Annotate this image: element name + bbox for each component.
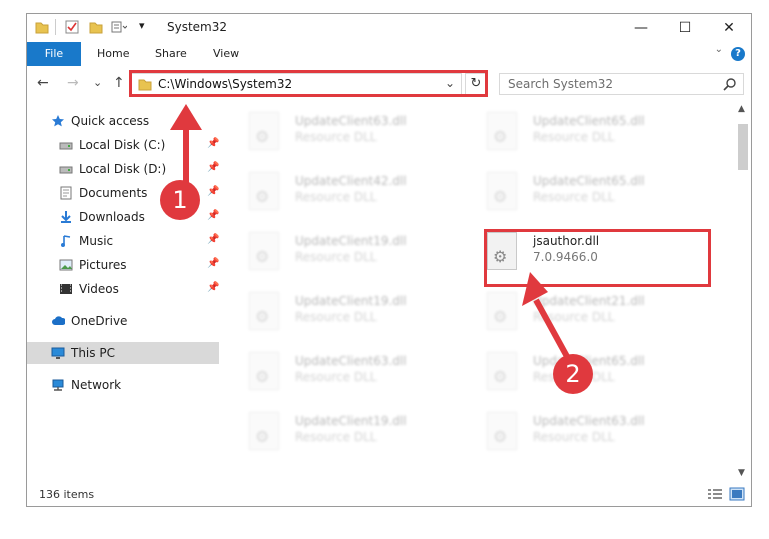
arrow-2-shaft <box>533 298 573 364</box>
annotation-arrows <box>170 104 573 364</box>
step-2-badge: 2 <box>553 354 593 394</box>
arrow-1-head <box>170 104 202 130</box>
step-1-badge: 1 <box>160 180 200 220</box>
